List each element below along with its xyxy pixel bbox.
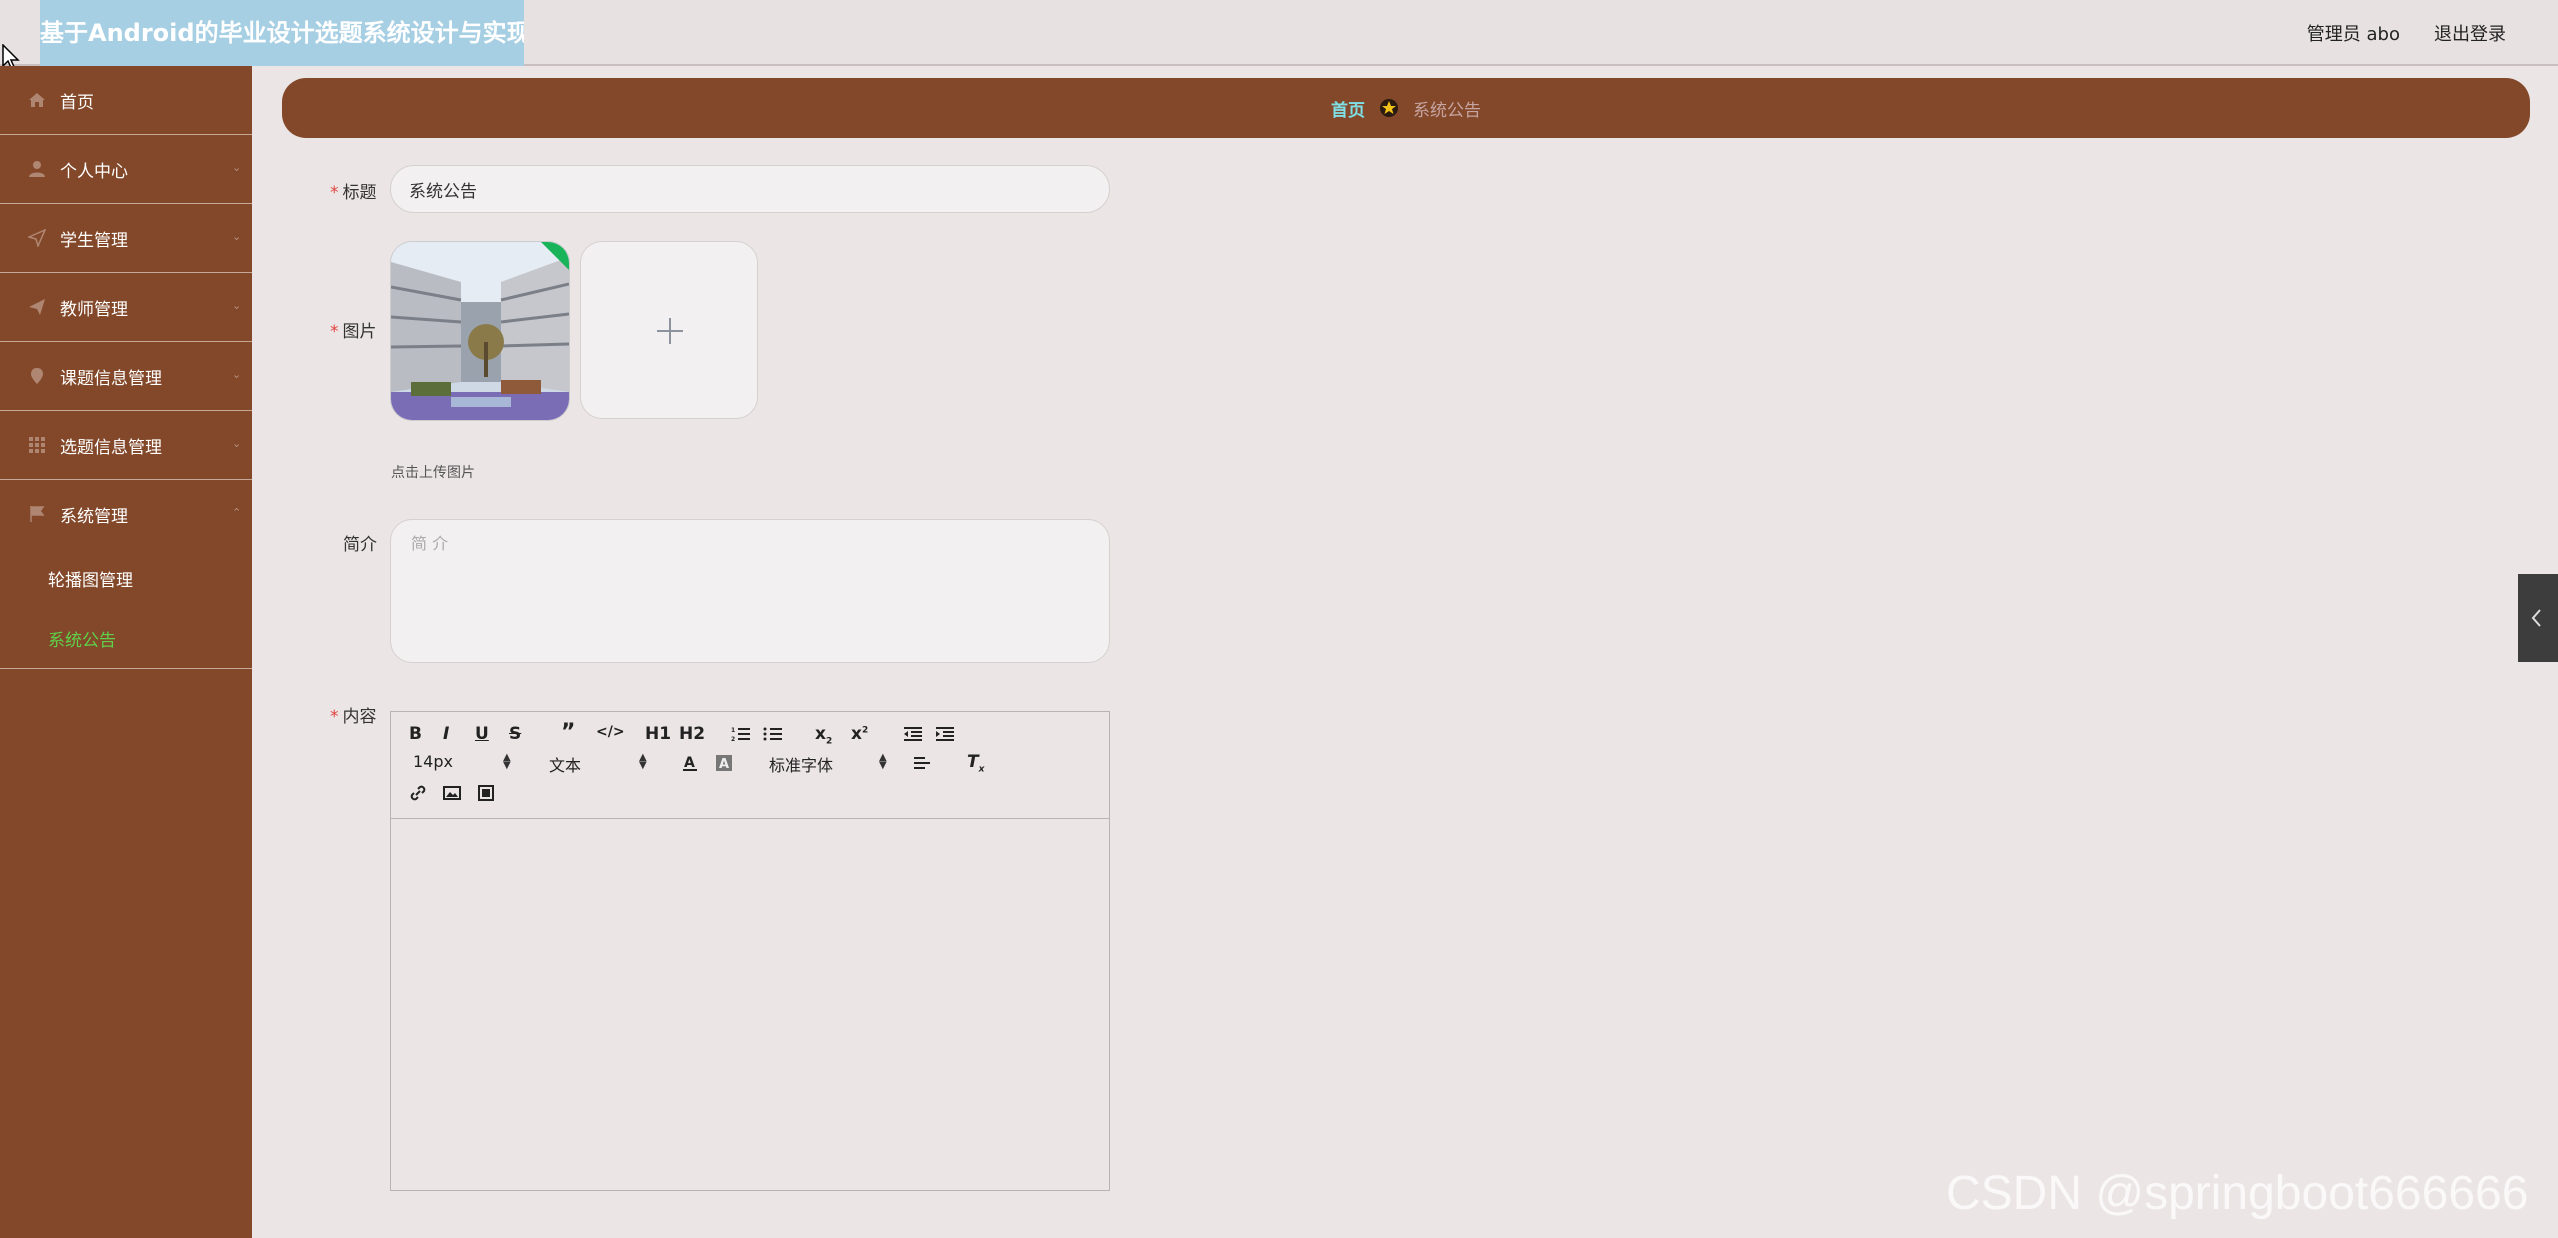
image-label: * 图片 xyxy=(330,317,377,342)
upload-hint: 点击上传图片 xyxy=(391,465,475,481)
strike-button[interactable]: S xyxy=(509,724,521,744)
header-select[interactable]: 文本 ▲ ▼ xyxy=(549,752,649,776)
breadcrumb-current: 系统公告 xyxy=(1413,100,1481,121)
chevron-down-icon: ⌄ xyxy=(232,230,242,243)
required-mark: * xyxy=(330,322,339,342)
chevron-down-icon: ⌄ xyxy=(232,437,242,450)
content-label-text: 内容 xyxy=(342,707,377,727)
header-select-value: 文本 xyxy=(549,756,582,775)
sidebar-item-personal-center[interactable]: 个人中心 ⌄ xyxy=(0,135,252,204)
image-icon[interactable] xyxy=(443,784,461,802)
svg-text:1: 1 xyxy=(731,727,735,734)
image-label-text: 图片 xyxy=(342,322,377,342)
editor-content-area[interactable] xyxy=(391,819,1109,1191)
title-label-text: 标题 xyxy=(342,183,377,203)
outdent-icon[interactable] xyxy=(903,726,923,742)
text-color-icon[interactable]: A xyxy=(681,754,699,772)
intro-label: 简介 xyxy=(343,535,377,555)
uploaded-image-thumbnail[interactable] xyxy=(390,241,570,421)
sidebar-item-label: 课题信息管理 xyxy=(60,368,162,389)
required-mark: * xyxy=(330,183,339,203)
title-label: * 标题 xyxy=(330,178,377,203)
sidebar-item-teachers[interactable]: 教师管理 ⌄ xyxy=(0,273,252,342)
building-courtyard-image xyxy=(391,242,569,420)
h2-button[interactable]: H2 xyxy=(679,724,705,744)
plus-icon xyxy=(657,318,683,344)
editor-toolbar: B I U S ” </> H1 H2 12 x2 x2 14px ▲ ▼ 文本 … xyxy=(391,712,1109,819)
svg-text:2: 2 xyxy=(731,736,735,742)
sidebar-item-label: 个人中心 xyxy=(60,161,128,182)
chevron-left-icon xyxy=(2531,609,2541,627)
bold-button[interactable]: B xyxy=(409,724,422,744)
breadcrumb: 首页 系统公告 xyxy=(282,78,2530,138)
sidebar-item-label: 学生管理 xyxy=(60,230,128,251)
video-icon[interactable] xyxy=(477,784,495,802)
select-arrows-icon: ▲ ▼ xyxy=(879,752,887,771)
app-title: 基于Android的毕业设计选题系统设计与实现 xyxy=(40,0,524,66)
sidebar-item-label: 系统管理 xyxy=(60,506,128,527)
grid-icon xyxy=(29,437,45,453)
chevron-down-icon: ⌄ xyxy=(232,299,242,312)
title-input[interactable] xyxy=(390,165,1110,213)
select-arrows-icon: ▲ ▼ xyxy=(503,752,511,771)
location-pin-icon xyxy=(31,368,43,384)
bullet-list-icon[interactable] xyxy=(763,726,783,742)
sidebar-subitem-announcements[interactable]: 系统公告 xyxy=(0,608,252,668)
logout-button[interactable]: 退出登录 xyxy=(2434,20,2506,46)
svg-text:A: A xyxy=(719,757,729,772)
sidebar-item-selection-info[interactable]: 选题信息管理 ⌄ xyxy=(0,411,252,480)
select-arrows-icon: ▲ ▼ xyxy=(639,752,647,771)
send-icon xyxy=(28,229,46,247)
italic-button[interactable]: I xyxy=(443,724,449,744)
chevron-down-icon: ⌄ xyxy=(232,368,242,381)
intro-placeholder: 简 介 xyxy=(411,534,449,553)
sidebar-item-label: 选题信息管理 xyxy=(60,437,162,458)
superscript-icon[interactable]: x2 xyxy=(851,724,868,744)
sidebar-subitem-carousel[interactable]: 轮播图管理 xyxy=(0,548,252,608)
home-icon xyxy=(29,93,45,107)
code-icon[interactable]: </> xyxy=(596,724,625,740)
font-size-value: 14px xyxy=(413,752,453,771)
star-icon xyxy=(1380,99,1398,117)
required-mark: * xyxy=(330,707,339,727)
background-color-icon[interactable]: A xyxy=(715,754,733,772)
sidebar-item-home[interactable]: 首页 xyxy=(0,66,252,135)
h1-button[interactable]: H1 xyxy=(645,724,671,744)
svg-text:A: A xyxy=(684,755,695,771)
align-icon[interactable] xyxy=(913,756,931,772)
sidebar-item-system-management[interactable]: 系统管理 ⌃ xyxy=(0,480,252,548)
underline-button[interactable]: U xyxy=(475,724,489,744)
sidebar-submenu: 轮播图管理 系统公告 xyxy=(0,548,252,669)
blockquote-icon[interactable]: ” xyxy=(561,720,575,745)
admin-label: 管理员 abo xyxy=(2306,24,2400,45)
sidebar-item-label: 教师管理 xyxy=(60,299,128,320)
ordered-list-icon[interactable]: 12 xyxy=(731,726,751,742)
chevron-down-icon: ⌄ xyxy=(232,161,242,174)
content-label: * 内容 xyxy=(330,702,377,727)
font-family-value: 标准字体 xyxy=(769,756,834,775)
clear-format-icon[interactable]: Tx xyxy=(967,752,984,774)
font-size-select[interactable]: 14px ▲ ▼ xyxy=(413,752,513,771)
top-header: 基于Android的毕业设计选题系统设计与实现 管理员 abo 退出登录 xyxy=(0,0,2558,66)
flag-icon xyxy=(30,506,45,522)
sidebar-item-label: 首页 xyxy=(60,92,94,113)
rich-text-editor: B I U S ” </> H1 H2 12 x2 x2 14px ▲ ▼ 文本 … xyxy=(390,711,1110,1191)
indent-icon[interactable] xyxy=(935,726,955,742)
user-icon xyxy=(29,161,45,177)
font-family-select[interactable]: 标准字体 ▲ ▼ xyxy=(769,752,889,776)
image-upload-button[interactable] xyxy=(580,241,758,419)
link-icon[interactable] xyxy=(409,784,427,802)
paper-plane-icon xyxy=(29,299,45,315)
side-panel-toggle[interactable] xyxy=(2518,574,2558,662)
chevron-up-icon: ⌃ xyxy=(232,506,242,519)
watermark: CSDN @springboot666666 xyxy=(1946,1167,2529,1220)
sidebar-item-students[interactable]: 学生管理 ⌄ xyxy=(0,204,252,273)
subscript-icon[interactable]: x2 xyxy=(815,724,832,746)
sidebar-item-topic-info[interactable]: 课题信息管理 ⌄ xyxy=(0,342,252,411)
sidebar: 首页 个人中心 ⌄ 学生管理 ⌄ 教师管理 ⌄ 课题信息管理 ⌄ 选题信息管理 … xyxy=(0,66,252,1238)
breadcrumb-home[interactable]: 首页 xyxy=(1331,96,1365,121)
intro-textarea[interactable]: 简 介 xyxy=(390,519,1110,663)
